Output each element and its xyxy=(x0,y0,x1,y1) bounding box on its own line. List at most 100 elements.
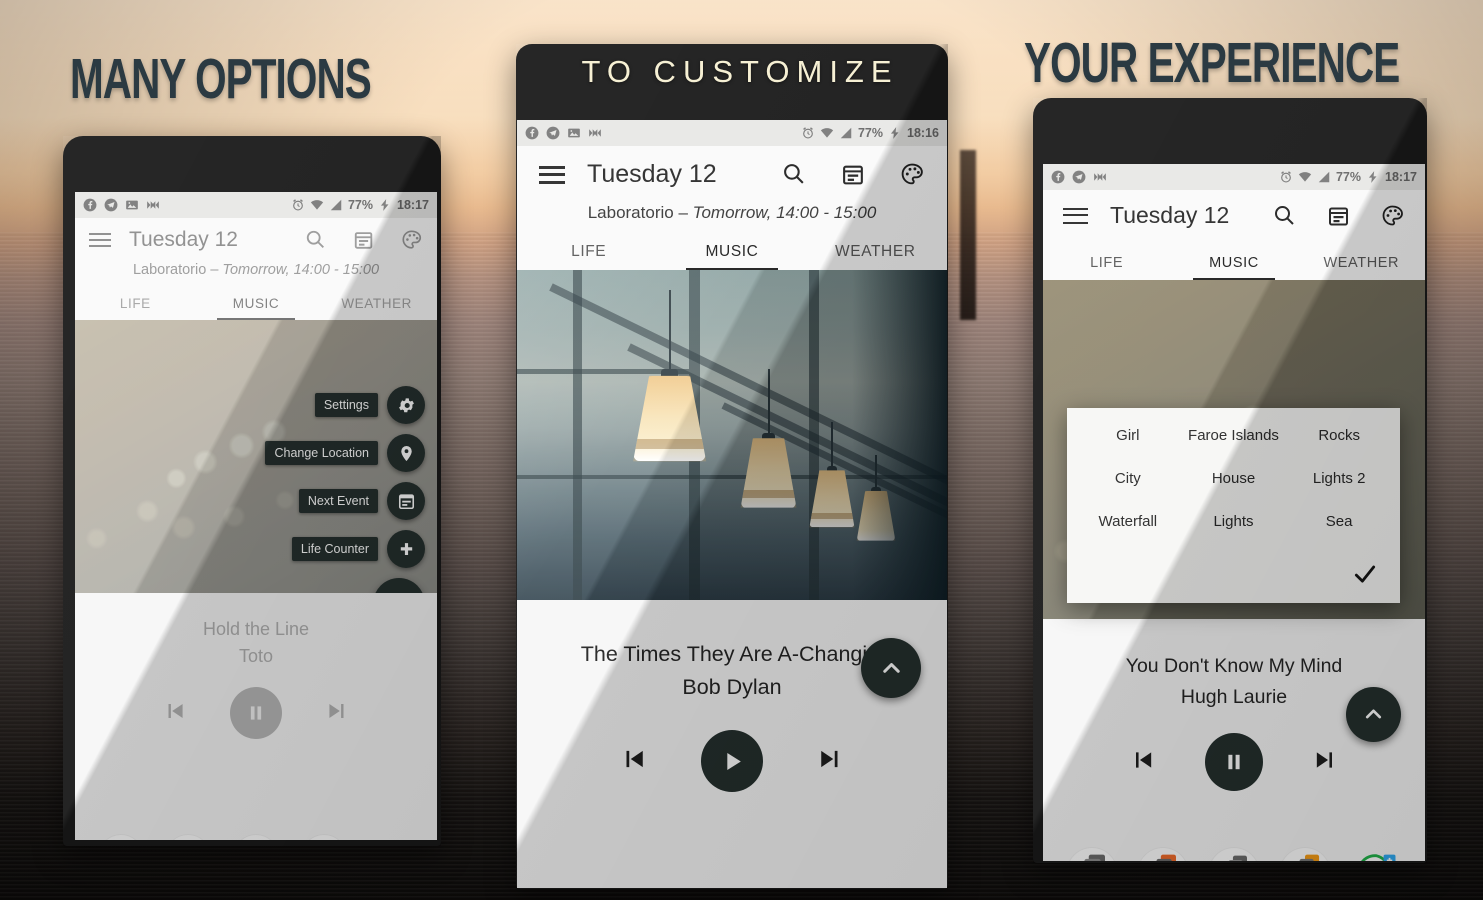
tab-life[interactable]: LIFE xyxy=(75,288,196,320)
play-pause-button[interactable] xyxy=(701,730,763,792)
next-event-subtitle: Laboratorio – Tomorrow, 14:00 - 15:00 xyxy=(517,195,947,227)
wallpaper-option-rocks[interactable]: Rocks xyxy=(1286,422,1392,449)
notes-app-icon[interactable] xyxy=(233,834,279,840)
photo-icon xyxy=(567,126,581,140)
phone-1: 77% 18:17 Tuesday 12 Laboratorio – Tomor… xyxy=(63,136,441,846)
player-controls xyxy=(517,730,947,792)
wallpaper-picker-dialog: Girl Faroe Islands Rocks City House Ligh… xyxy=(1067,408,1400,603)
calendar-icon[interactable] xyxy=(387,482,425,520)
calendar-icon[interactable] xyxy=(1327,204,1351,228)
tab-weather[interactable]: WEATHER xyxy=(316,288,437,320)
app-bar: Tuesday 12 Laboratorio – Tomorrow, 14:00… xyxy=(75,218,437,320)
skip-previous-icon[interactable] xyxy=(619,744,649,779)
fab-label-settings: Settings xyxy=(314,393,378,417)
app-dock xyxy=(75,834,437,840)
fab-item-settings[interactable]: Settings xyxy=(314,386,425,424)
facebook-icon xyxy=(1051,170,1065,184)
wallpaper-option-house[interactable]: House xyxy=(1181,465,1287,492)
palette-icon[interactable] xyxy=(900,162,925,187)
calendar-icon[interactable] xyxy=(841,162,866,187)
track-info: Hold the Line Toto xyxy=(75,593,437,667)
chevron-down-icon xyxy=(387,592,411,593)
skip-previous-icon[interactable] xyxy=(162,698,188,729)
headline-left: MANY OPTIONS xyxy=(70,48,372,111)
hero-image: Settings Change Location Next Event Life… xyxy=(75,320,437,593)
tab-life[interactable]: LIFE xyxy=(1043,247,1170,280)
fab-toggle-collapse[interactable] xyxy=(373,578,425,593)
status-bar-left-icons xyxy=(525,126,602,140)
hamburger-menu-icon[interactable] xyxy=(89,232,111,248)
status-bar-left-icons xyxy=(83,198,160,212)
player-controls xyxy=(75,687,437,739)
fab-label-next-event: Next Event xyxy=(298,489,378,513)
tab-music[interactable]: MUSIC xyxy=(196,288,317,320)
wallpaper-confirm-button[interactable] xyxy=(1075,535,1392,591)
app-bar: Tuesday 12 Laboratorio – Tomorrow, 14:00… xyxy=(517,146,947,270)
phone-3: 77% 18:17 Tuesday 12 LIFE MUSIC WEATHER xyxy=(1033,98,1427,863)
skip-next-icon[interactable] xyxy=(815,744,845,779)
next-event-subtitle: Laboratorio – Tomorrow, 14:00 - 15:00 xyxy=(75,256,437,280)
fab-label-change-location: Change Location xyxy=(265,441,378,465)
search-icon[interactable] xyxy=(305,229,327,251)
whatsapp-icon[interactable] xyxy=(1350,847,1402,861)
wallpaper-option-faroe-islands[interactable]: Faroe Islands xyxy=(1181,422,1287,449)
notes-app-icon[interactable] xyxy=(1208,847,1260,861)
fab-speed-dial: Settings Change Location Next Event Life… xyxy=(265,386,425,593)
life-counter-icon[interactable] xyxy=(387,530,425,568)
browser-app-icon[interactable] xyxy=(165,834,211,840)
fab-item-change-location[interactable]: Change Location xyxy=(265,434,425,472)
play-pause-button[interactable] xyxy=(230,687,282,739)
search-icon[interactable] xyxy=(782,162,807,187)
tab-bar: LIFE MUSIC WEATHER xyxy=(517,227,947,270)
chevron-up-icon xyxy=(1365,709,1382,719)
wallpaper-option-lights-2[interactable]: Lights 2 xyxy=(1286,465,1392,492)
search-icon[interactable] xyxy=(1273,204,1297,228)
hamburger-menu-icon[interactable] xyxy=(539,165,565,184)
telegram-icon xyxy=(546,126,560,140)
wallpaper-option-city[interactable]: City xyxy=(1075,465,1181,492)
music-app-icon[interactable] xyxy=(1279,847,1331,861)
camera-app-icon[interactable] xyxy=(98,834,144,840)
gear-icon[interactable] xyxy=(387,386,425,424)
fab-item-next-event[interactable]: Next Event xyxy=(298,482,425,520)
phone-2-screen: 77% 18:16 Tuesday 12 Laboratorio – Tomor… xyxy=(517,120,947,888)
wifi-icon xyxy=(820,126,834,140)
telegram-icon xyxy=(1072,170,1086,184)
wallpaper-option-girl[interactable]: Girl xyxy=(1075,422,1181,449)
calendar-icon[interactable] xyxy=(353,229,375,251)
app-dock xyxy=(1043,847,1425,861)
alarm-icon xyxy=(291,198,305,212)
charging-bolt-icon xyxy=(378,198,392,212)
camera-app-icon[interactable] xyxy=(1066,847,1118,861)
headline-middle: TO CUSTOMIZE xyxy=(581,54,899,89)
fab-item-life-counter[interactable]: Life Counter xyxy=(291,530,425,568)
skip-next-icon[interactable] xyxy=(324,698,350,729)
wallpaper-option-lights[interactable]: Lights xyxy=(1181,508,1287,535)
tab-music[interactable]: MUSIC xyxy=(660,235,803,270)
play-pause-button[interactable] xyxy=(1205,733,1263,791)
status-bar-right: 77% 18:17 xyxy=(1279,170,1417,184)
media-icon xyxy=(588,126,602,140)
tab-music[interactable]: MUSIC xyxy=(1170,247,1297,280)
hero-glass-reflection xyxy=(517,270,947,600)
page-title: Tuesday 12 xyxy=(129,228,238,251)
hamburger-menu-icon[interactable] xyxy=(1063,207,1088,225)
battery-percent: 77% xyxy=(857,126,884,140)
fab-expand-button[interactable] xyxy=(1346,687,1401,742)
skip-next-icon[interactable] xyxy=(1311,746,1339,779)
tab-bar: LIFE MUSIC WEATHER xyxy=(75,280,437,320)
music-app-icon[interactable] xyxy=(301,834,347,840)
tab-weather[interactable]: WEATHER xyxy=(804,235,947,270)
wallpaper-option-sea[interactable]: Sea xyxy=(1286,508,1392,535)
hero-image xyxy=(517,270,947,600)
browser-app-icon[interactable] xyxy=(1137,847,1189,861)
location-pin-icon[interactable] xyxy=(387,434,425,472)
tab-life[interactable]: LIFE xyxy=(517,235,660,270)
whatsapp-icon[interactable] xyxy=(368,834,414,840)
fab-expand-button[interactable] xyxy=(861,638,921,698)
tab-weather[interactable]: WEATHER xyxy=(1298,247,1425,280)
palette-icon[interactable] xyxy=(401,229,423,251)
wallpaper-option-waterfall[interactable]: Waterfall xyxy=(1075,508,1181,535)
palette-icon[interactable] xyxy=(1381,204,1405,228)
skip-previous-icon[interactable] xyxy=(1129,746,1157,779)
